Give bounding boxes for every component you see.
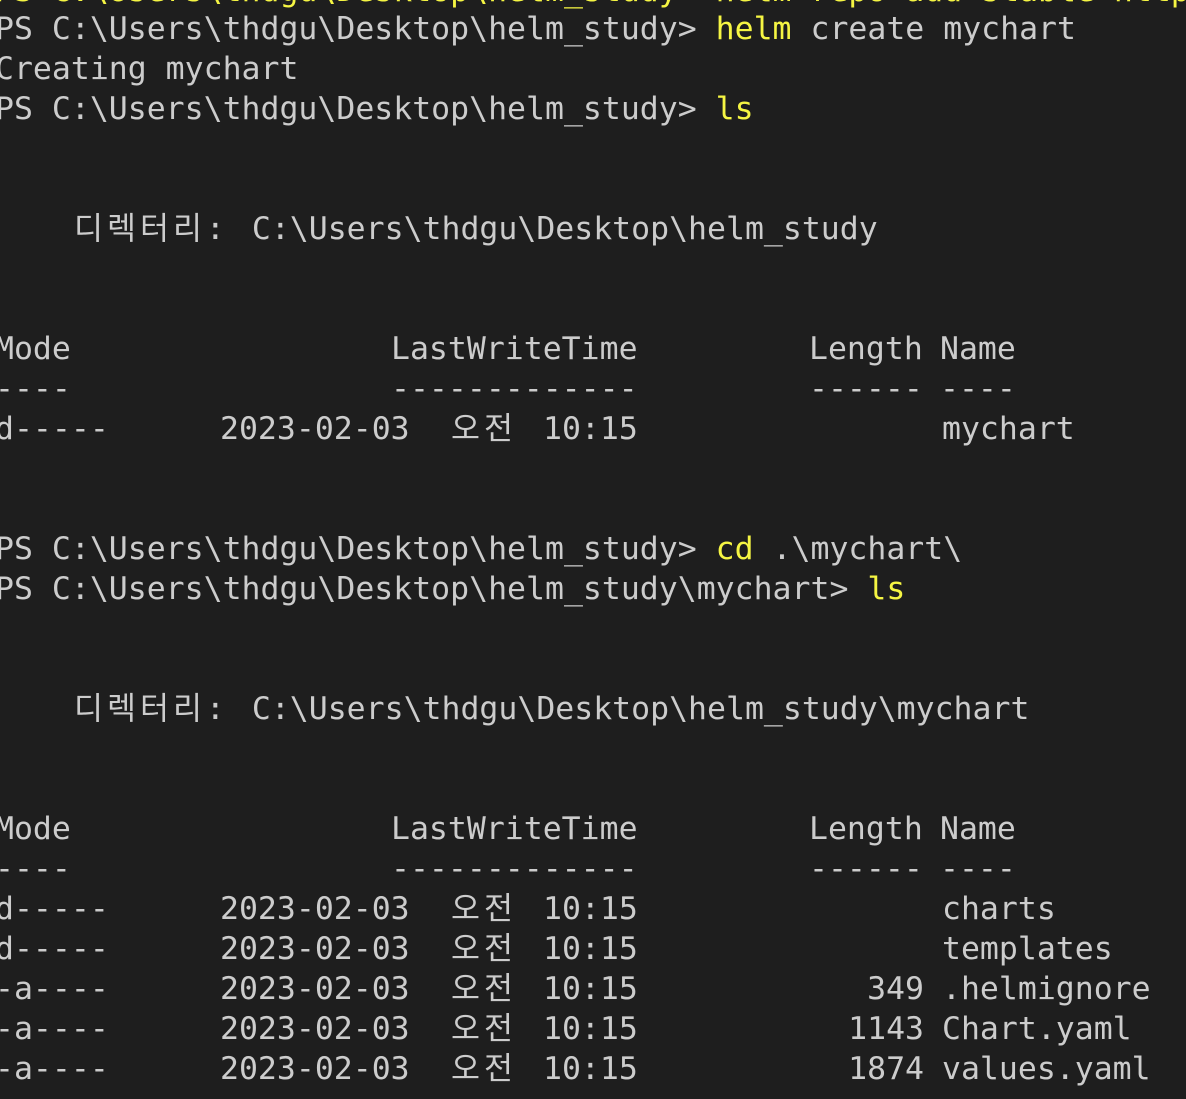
separator: ------: [809, 851, 923, 887]
col-header-length: Length: [809, 331, 923, 367]
cell-name: .helmignore: [942, 971, 1151, 1007]
table-header-row: Mode LastWriteTime Length Name: [0, 329, 1185, 369]
cell-length: [809, 929, 924, 969]
separator: ----: [0, 851, 71, 887]
separator: -------------: [391, 851, 638, 887]
table-row: -a---- 2023-02-03 오전 10:15 349 .helmigno…: [0, 969, 1185, 1009]
command-line: PS C:\Users\thdgu\Desktop\helm_study> cd…: [0, 529, 962, 569]
directory-header: 디렉터리: C:\Users\thdgu\Desktop\helm_study\…: [74, 689, 1029, 729]
cell-length: [809, 889, 924, 929]
cell-ampm: 오전: [451, 411, 517, 447]
directory-path: C:\Users\thdgu\Desktop\helm_study: [251, 211, 878, 247]
cell-mode: d-----: [0, 411, 109, 447]
directory-path: C:\Users\thdgu\Desktop\helm_study\mychar…: [251, 691, 1030, 727]
cell-time: 10:15: [543, 891, 638, 927]
command-line: PS C:\Users\thdgu\Desktop\helm_study> he…: [0, 9, 1076, 49]
cell-time: 10:15: [543, 1051, 638, 1087]
cell-length: 1143: [848, 1011, 924, 1047]
table-row: d----- 2023-02-03 오전 10:15 charts: [0, 889, 1185, 929]
prompt: PS C:\Users\thdgu\Desktop\helm_study>: [0, 531, 716, 567]
directory-label: 디렉터리:: [74, 691, 252, 727]
cell-name: templates: [942, 931, 1113, 967]
table-row: -a---- 2023-02-03 오전 10:15 1874 values.y…: [0, 1049, 1185, 1089]
command-keyword: ls: [715, 91, 754, 127]
cell-date: 2023-02-03: [220, 931, 410, 967]
col-header-lastwritetime: LastWriteTime: [391, 811, 638, 847]
cell-ampm: 오전: [451, 971, 517, 1007]
cell-length: [809, 409, 924, 449]
cell-mode: -a----: [0, 1011, 109, 1047]
command-line: PS C:\Users\thdgu\Desktop\helm_study\myc…: [0, 569, 905, 609]
separator: ----: [0, 371, 71, 407]
cell-date: 2023-02-03: [220, 971, 410, 1007]
cell-mode: -a----: [0, 1051, 109, 1087]
table-header-row: Mode LastWriteTime Length Name: [0, 809, 1185, 849]
cell-date: 2023-02-03: [220, 1011, 410, 1047]
cell-time: 10:15: [543, 971, 638, 1007]
prompt: PS C:\Users\thdgu\Desktop\helm_study>: [0, 11, 716, 47]
cell-name: values.yaml: [942, 1051, 1151, 1087]
cell-time: 10:15: [543, 1011, 638, 1047]
col-header-name: Name: [940, 811, 1016, 847]
command-keyword: ls: [867, 571, 906, 607]
prompt: PS C:\Users\thdgu\Desktop\helm_study>: [0, 91, 716, 127]
cell-mode: d-----: [0, 891, 109, 927]
cell-date: 2023-02-03: [220, 891, 410, 927]
table-separator-row: ---- ------------- ------ ----: [0, 369, 1185, 409]
cell-date: 2023-02-03: [220, 1051, 410, 1087]
command-args: create mychart: [791, 11, 1076, 47]
cell-length: 349: [867, 971, 924, 1007]
prompt: PS C:\Users\thdgu\Desktop\helm_study\myc…: [0, 571, 868, 607]
cell-name: charts: [942, 891, 1056, 927]
cell-ampm: 오전: [451, 1011, 517, 1047]
command-line: PS C:\Users\thdgu\Desktop\helm_study> ls: [0, 89, 754, 129]
cell-name: mychart: [942, 411, 1075, 447]
command-keyword: helm: [715, 11, 792, 47]
terminal-window[interactable]: PS C:\Users\thdgu\Desktop\helm_study> he…: [0, 0, 1186, 1099]
cell-mode: -a----: [0, 971, 109, 1007]
col-header-length: Length: [809, 811, 923, 847]
separator: ----: [940, 371, 1016, 407]
separator: ----: [940, 851, 1016, 887]
col-header-mode: Mode: [0, 331, 71, 367]
directory-header: 디렉터리: C:\Users\thdgu\Desktop\helm_study: [74, 209, 878, 249]
cell-date: 2023-02-03: [220, 411, 410, 447]
cell-ampm: 오전: [451, 1051, 517, 1087]
col-header-lastwritetime: LastWriteTime: [391, 331, 638, 367]
cell-time: 10:15: [543, 411, 638, 447]
cell-length: 1874: [848, 1051, 924, 1087]
table-separator-row: ---- ------------- ------ ----: [0, 849, 1185, 889]
cell-name: Chart.yaml: [942, 1011, 1132, 1047]
cell-ampm: 오전: [451, 931, 517, 967]
table-row: d----- 2023-02-03 오전 10:15 mychart: [0, 409, 1185, 449]
cell-ampm: 오전: [451, 891, 517, 927]
command-output: Creating mychart: [0, 51, 299, 87]
separator: -------------: [391, 371, 638, 407]
col-header-name: Name: [940, 331, 1016, 367]
col-header-mode: Mode: [0, 811, 71, 847]
directory-label: 디렉터리:: [74, 211, 252, 247]
separator: ------: [809, 371, 923, 407]
command-args: .\mychart\: [753, 531, 963, 567]
cell-time: 10:15: [543, 931, 638, 967]
table-row: d----- 2023-02-03 오전 10:15 templates: [0, 929, 1185, 969]
cell-mode: d-----: [0, 931, 109, 967]
table-row: -a---- 2023-02-03 오전 10:15 1143 Chart.ya…: [0, 1009, 1185, 1049]
command-keyword: cd: [715, 531, 754, 567]
